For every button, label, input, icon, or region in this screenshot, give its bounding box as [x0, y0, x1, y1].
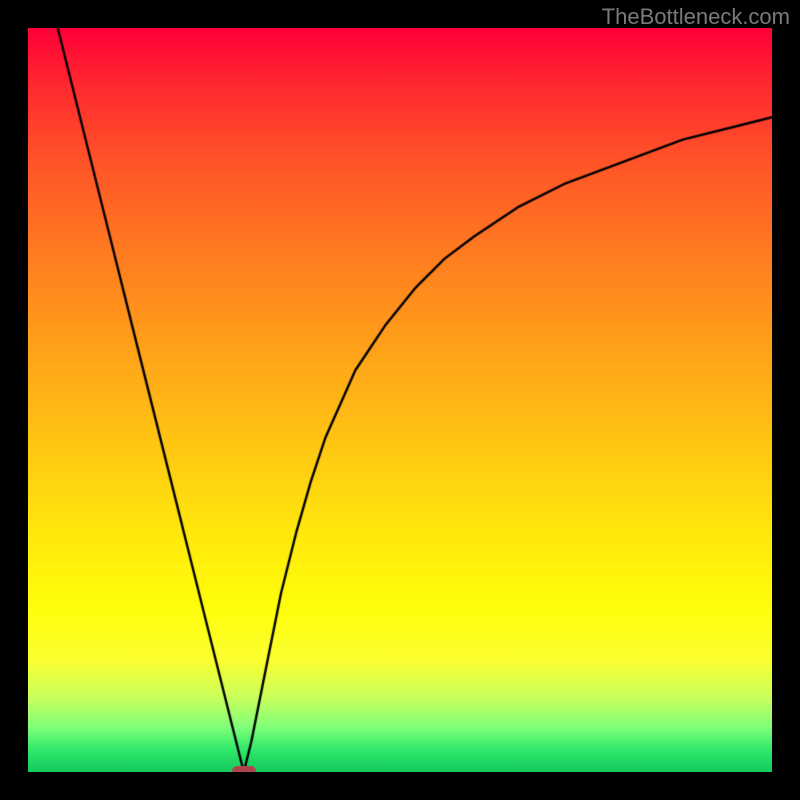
bottleneck-curve — [28, 28, 772, 772]
optimal-marker — [232, 766, 256, 772]
chart-plot-area — [28, 28, 772, 772]
watermark-text: TheBottleneck.com — [602, 4, 790, 30]
